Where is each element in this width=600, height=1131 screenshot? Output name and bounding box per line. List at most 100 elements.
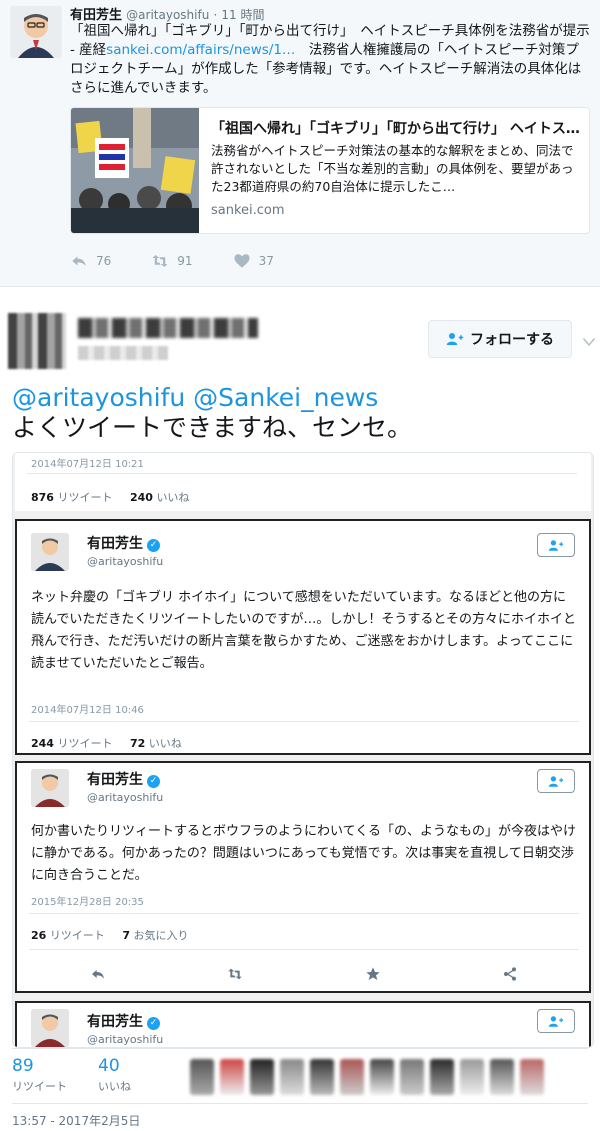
blurred-liker-avatar[interactable]: [430, 1059, 454, 1095]
shot2-likes: 72: [129, 737, 146, 750]
shot3-text: 何か書いたりリツィートするとボウフラのようにわいてくる「の、ようなもの」が今夜は…: [31, 824, 576, 883]
blurred-liker-avatar[interactable]: [520, 1059, 544, 1095]
screenshot-1: 2014年07月12日 10:21 876 リツイート 240 いいね: [15, 453, 591, 511]
screenshot-4: 有田芳生 ✓ @aritayoshifu: [15, 1001, 591, 1047]
author-avatar[interactable]: [10, 6, 62, 58]
main-tweet-body: よくツイートできますね、センセ。: [12, 413, 413, 442]
star-icon: [366, 967, 380, 980]
separator-dot: ·: [213, 8, 218, 22]
tweet-timestamp[interactable]: 13:57 - 2017年2月5日: [12, 1112, 140, 1129]
blurred-name[interactable]: [78, 318, 258, 338]
attached-image[interactable]: 2014年07月12日 10:21 876 リツイート 240 いいね 有田芳生…: [12, 452, 594, 1048]
shot2-retweets: 244: [31, 737, 54, 750]
shot3-retweets-label: リツイート: [49, 929, 105, 942]
shot2-date: 2014年07月12日 10:46: [31, 705, 144, 716]
tweet-time[interactable]: 11 時間: [221, 8, 264, 22]
tweet-link[interactable]: sankei.com/affairs/news/1…: [106, 42, 295, 58]
shot3-likes: 7: [122, 929, 130, 942]
blurred-avatar[interactable]: [8, 313, 66, 369]
shot2-avatar: [31, 533, 69, 571]
shot3-date: 2015年12月28日 20:35: [31, 897, 144, 908]
blurred-liker-avatar[interactable]: [310, 1059, 334, 1095]
blurred-liker-avatar[interactable]: [250, 1059, 274, 1095]
tweet-actions: 76 91 37: [70, 252, 314, 270]
divider: [29, 913, 579, 914]
card-title[interactable]: 「祖国へ帰れ」「ゴキブリ」「町から出て行け」 ヘイトス…: [211, 120, 581, 138]
blurred-liker-avatar[interactable]: [490, 1059, 514, 1095]
follow-user-icon: [548, 775, 564, 787]
tweet-header: 有田芳生 @aritayoshifu · 11 時間: [70, 4, 265, 23]
blurred-handle[interactable]: [78, 346, 168, 360]
retweet-icon: [228, 968, 242, 980]
chevron-down-icon: [583, 338, 595, 346]
blurred-liker-avatar[interactable]: [340, 1059, 364, 1095]
follow-user-icon: [548, 1015, 564, 1027]
shot3-name: 有田芳生 ✓: [87, 769, 160, 789]
shot1-date: 2014年07月12日 10:21: [31, 459, 144, 470]
liker-avatars[interactable]: [190, 1057, 582, 1097]
blurred-liker-avatar[interactable]: [460, 1059, 484, 1095]
blurred-liker-avatar[interactable]: [190, 1059, 214, 1095]
shot1-likes: 240: [129, 491, 153, 504]
shot3-retweets: 26: [31, 929, 47, 942]
reply-count: 76: [96, 254, 112, 268]
verified-icon: ✓: [147, 1017, 160, 1030]
author-name[interactable]: 有田芳生: [70, 8, 122, 23]
shot2-follow-button: [537, 533, 575, 557]
retweet-count: 91: [177, 254, 193, 268]
shot3-actions: [29, 961, 579, 987]
shot4-name: 有田芳生 ✓: [87, 1011, 160, 1031]
verified-icon: ✓: [147, 539, 160, 552]
shot2-text: ネット弁慶の「ゴキブリ ホイホイ」について感想をいただいています。なるほどと他の…: [31, 590, 576, 671]
follow-user-icon: [446, 333, 464, 345]
shot2-likes-label: いいね: [148, 737, 182, 750]
shot3-counts: 26 リツイート 7 お気に入り: [31, 927, 202, 943]
screenshot-3: 有田芳生 ✓ @aritayoshifu 何か書いたりリツィートするとボウフラのよ…: [15, 761, 591, 993]
like-total-label: いいね: [98, 1080, 131, 1093]
screenshot-2: 有田芳生 ✓ @aritayoshifu ネット弁慶の「ゴキブリ ホイホイ」につい…: [15, 519, 591, 755]
like-count: 37: [258, 254, 274, 268]
quoted-tweet[interactable]: 有田芳生 @aritayoshifu · 11 時間 「祖国へ帰れ」「ゴキブリ」…: [0, 0, 600, 287]
retweet-stat[interactable]: 89 リツイート: [12, 1056, 67, 1094]
shot1-retweets: 876: [31, 491, 54, 504]
retweet-action[interactable]: 91: [151, 252, 193, 270]
shot2-name: 有田芳生 ✓: [87, 533, 160, 553]
heart-icon: [234, 254, 250, 268]
retweet-total: 89: [12, 1056, 34, 1076]
follow-label: フォローする: [470, 332, 554, 348]
reply-icon: [72, 256, 86, 267]
blurred-liker-avatar[interactable]: [220, 1059, 244, 1095]
shot4-name-text: 有田芳生: [87, 1014, 143, 1030]
blurred-liker-avatar[interactable]: [400, 1059, 424, 1095]
like-total: 40: [98, 1056, 120, 1076]
divider: [12, 1048, 588, 1049]
shot4-avatar: [31, 1009, 69, 1047]
retweet-total-label: リツイート: [12, 1080, 67, 1093]
share-icon: [504, 967, 517, 981]
card-thumbnail: [71, 108, 199, 233]
shot2-name-text: 有田芳生: [87, 536, 143, 552]
more-options[interactable]: [582, 333, 596, 346]
like-action[interactable]: 37: [233, 252, 274, 270]
shot1-counts: 876 リツイート 240 いいね: [31, 489, 203, 505]
blurred-liker-avatar[interactable]: [280, 1059, 304, 1095]
verified-icon: ✓: [147, 775, 160, 788]
reply-action[interactable]: 76: [70, 252, 111, 270]
author-handle[interactable]: @aritayoshifu: [126, 8, 209, 22]
mention-aritayoshifu[interactable]: @aritayoshifu: [12, 383, 185, 412]
follow-button[interactable]: フォローする: [428, 320, 572, 358]
divider: [29, 949, 579, 950]
shot4-follow-button: [537, 1009, 575, 1033]
mention-sankei-news[interactable]: @Sankei_news: [193, 383, 378, 412]
main-tweet-text: @aritayoshifu @Sankei_news よくツイートできますね、セ…: [12, 383, 592, 443]
shot2-handle: @aritayoshifu: [87, 555, 164, 568]
card-domain: sankei.com: [211, 203, 285, 218]
like-stat[interactable]: 40 いいね: [98, 1056, 131, 1094]
shot1-likes-label: いいね: [156, 491, 190, 504]
shot1-retweets-label: リツイート: [57, 491, 113, 504]
link-card[interactable]: 「祖国へ帰れ」「ゴキブリ」「町から出て行け」 ヘイトス… 法務省がヘイトスピーチ…: [70, 107, 590, 234]
shot2-counts: 244 リツイート 72 いいね: [31, 735, 196, 751]
retweet-icon: [152, 255, 168, 267]
shot3-avatar: [31, 769, 69, 807]
blurred-liker-avatar[interactable]: [370, 1059, 394, 1095]
